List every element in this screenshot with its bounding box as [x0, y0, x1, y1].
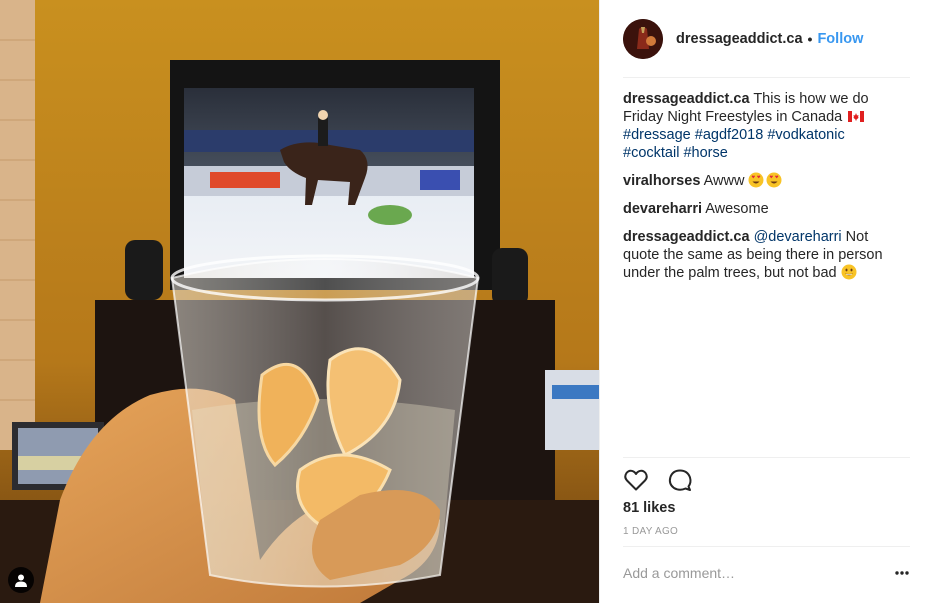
actions-divider	[623, 457, 910, 458]
comment-text: Awesome	[705, 201, 769, 217]
header-separator: •	[807, 31, 813, 47]
post-actions	[623, 467, 693, 493]
like-count[interactable]: 81 likes	[623, 500, 675, 516]
photo-scene	[0, 0, 599, 603]
heart-icon[interactable]	[623, 467, 649, 493]
heart-eyes-emoji-icon	[766, 172, 782, 188]
tagged-user-button[interactable]	[8, 567, 34, 593]
avatar-image	[623, 19, 663, 59]
author-username[interactable]: dressageaddict.ca	[676, 31, 803, 47]
caption-username[interactable]: dressageaddict.ca	[623, 91, 750, 107]
instagram-post: dressageaddict.ca • Follow dressageaddic…	[0, 0, 932, 603]
post-side-panel: dressageaddict.ca • Follow dressageaddic…	[599, 0, 932, 603]
mention-link[interactable]: @devareharri	[754, 229, 842, 245]
comment-text: Awww	[703, 173, 745, 189]
caption: dressageaddict.ca This is how we do Frid…	[623, 90, 898, 162]
comments-list: dressageaddict.ca This is how we do Frid…	[623, 90, 898, 292]
hashtag-link[interactable]: #dressage	[623, 127, 691, 143]
post-timestamp[interactable]: 1 DAY AGO	[623, 526, 678, 537]
tagged-user-icon	[15, 574, 27, 587]
heart-eyes-emoji-icon	[748, 172, 764, 188]
hashtag-link[interactable]: #agdf2018	[695, 127, 764, 143]
header-divider	[623, 77, 910, 78]
author-avatar[interactable]	[623, 19, 663, 59]
hashtag-link[interactable]: #cocktail	[623, 145, 679, 161]
add-comment-divider	[623, 546, 910, 547]
smile-emoji-icon	[841, 264, 857, 280]
more-options-icon[interactable]	[894, 566, 910, 580]
comment-item: devareharri Awesome	[623, 200, 898, 218]
hashtag-link[interactable]: #vodkatonic	[767, 127, 844, 143]
comment-username[interactable]: devareharri	[623, 201, 702, 217]
comment-icon[interactable]	[667, 467, 693, 493]
hashtag-link[interactable]: #horse	[683, 145, 727, 161]
comment-username[interactable]: dressageaddict.ca	[623, 229, 750, 245]
post-photo[interactable]	[0, 0, 599, 603]
canada-flag-icon	[848, 111, 865, 122]
comment-username[interactable]: viralhorses	[623, 173, 700, 189]
comment-item: viralhorses Awww	[623, 172, 898, 190]
follow-button[interactable]: Follow	[817, 31, 863, 47]
comment-item: dressageaddict.ca @devareharri Not quote…	[623, 228, 898, 282]
add-comment-input[interactable]	[623, 556, 883, 590]
post-header: dressageaddict.ca • Follow	[600, 0, 932, 78]
